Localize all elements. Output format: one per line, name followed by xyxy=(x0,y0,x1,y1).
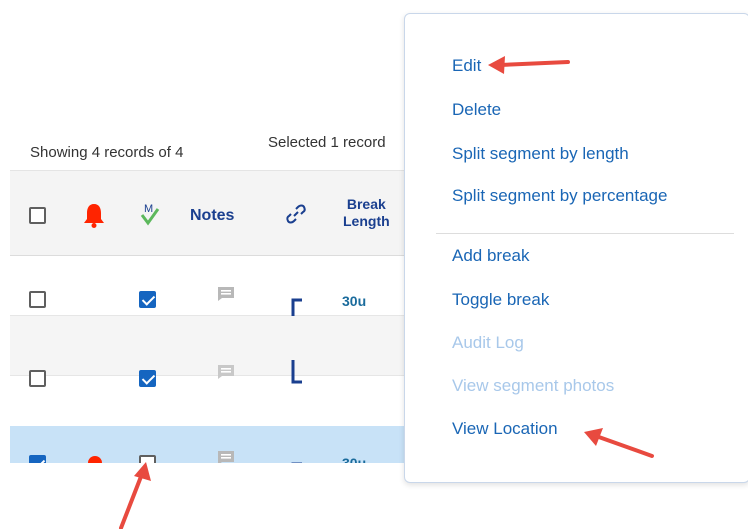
annotation-arrowhead-edit xyxy=(488,56,505,74)
annotation-arrowhead-checkbox xyxy=(134,462,151,481)
annotation-arrows xyxy=(119,56,654,529)
annotation-arrow-view-location xyxy=(594,434,654,458)
annotation-arrow-edit xyxy=(498,60,570,67)
annotation-arrow-checkbox xyxy=(119,472,144,529)
